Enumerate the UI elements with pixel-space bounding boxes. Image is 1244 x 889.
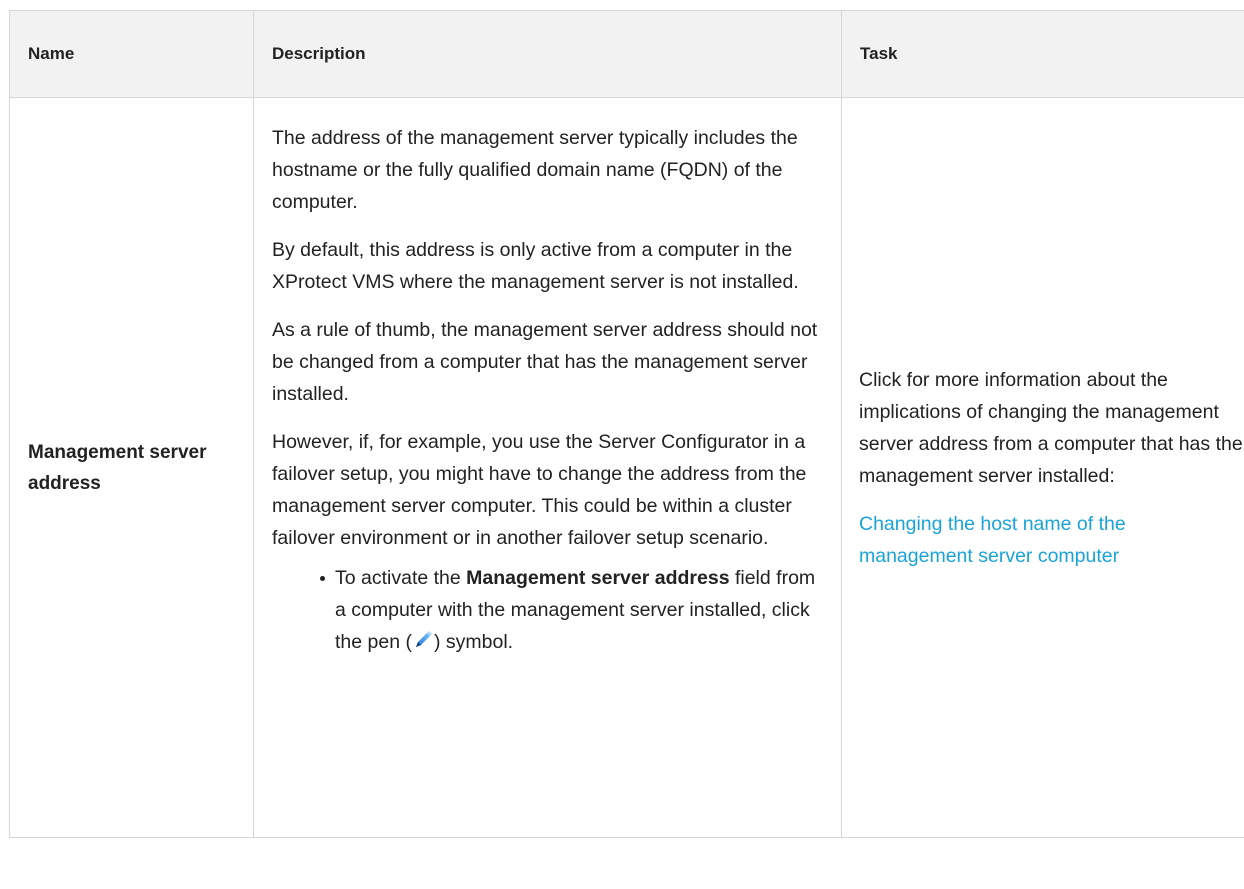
bullet-suffix: ) symbol. <box>433 631 514 653</box>
bullet-prefix: To activate the <box>335 567 467 589</box>
description-paragraph: As a rule of thumb, the management serve… <box>272 319 818 405</box>
table-row: Management server address The address of… <box>9 97 1244 838</box>
task-cell: Click for more information about the imp… <box>841 97 1244 838</box>
header-description: Description <box>253 10 842 98</box>
help-link[interactable]: Changing the host name of the management… <box>859 513 1126 567</box>
header-task: Task <box>841 10 1244 98</box>
field-name-bold: Management server address <box>466 567 730 589</box>
description-cell: The address of the management server typ… <box>253 97 842 838</box>
bullet-dot <box>320 576 325 581</box>
info-table: Name Description Task Management server … <box>9 10 1244 838</box>
description-paragraph: By default, this address is only active … <box>272 239 799 293</box>
table-header-row: Name Description Task <box>9 10 1244 98</box>
name-cell: Management server address <box>9 97 254 838</box>
description-paragraph: However, if, for example, you use the Se… <box>272 431 807 549</box>
task-text: Click for more information about the imp… <box>859 368 1243 487</box>
pen-icon <box>412 629 434 651</box>
list-item: To activate the Management server addres… <box>320 562 831 658</box>
description-paragraph: The address of the management server typ… <box>272 127 798 213</box>
instruction-list: To activate the Management server addres… <box>272 562 831 658</box>
header-name: Name <box>9 10 254 98</box>
